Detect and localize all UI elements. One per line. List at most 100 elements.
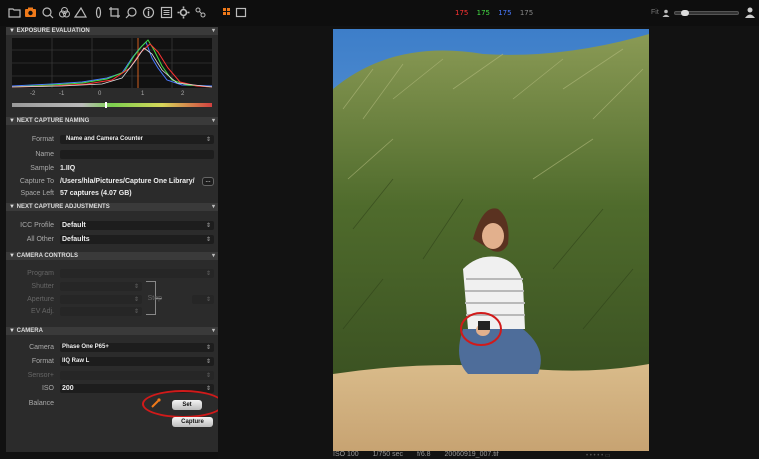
step-select[interactable]: ⇕	[192, 295, 214, 304]
select-arrows-icon: ⇕	[205, 271, 211, 277]
iso-label: ISO	[41, 385, 54, 392]
icc-profile-value: Default	[62, 222, 86, 229]
exposure-meter	[12, 102, 212, 108]
luminance-value: 175	[519, 9, 534, 17]
output-icon[interactable]	[160, 6, 173, 19]
batch-icon[interactable]	[194, 6, 207, 19]
select-arrows-icon: ⇕	[205, 373, 211, 379]
library-icon[interactable]	[8, 6, 21, 19]
all-other-label: All Other	[26, 236, 54, 243]
name-label: Name	[35, 151, 54, 158]
highlight-circle-set	[142, 390, 224, 418]
person-small-icon	[662, 9, 670, 17]
section-menu-icon[interactable]: ▾	[212, 327, 215, 335]
settings-icon[interactable]	[177, 6, 190, 19]
space-left-label: Space Left	[20, 190, 54, 197]
zoom-slider-thumb[interactable]	[681, 10, 689, 16]
camera-label: Camera	[29, 344, 54, 351]
browse-button[interactable]: ...	[202, 177, 214, 186]
camera-select[interactable]: Phase One P65+ ⇕	[60, 343, 214, 352]
name-field[interactable]	[60, 150, 214, 159]
shutter-select[interactable]: ⇕	[60, 282, 142, 291]
zoom-fit-label[interactable]: Fit	[651, 9, 659, 16]
quick-icon[interactable]	[41, 6, 54, 19]
focus-icon[interactable]	[125, 6, 138, 19]
select-arrows-icon: ⇕	[205, 137, 211, 143]
all-other-value: Defaults	[62, 236, 90, 243]
blue-value: 175	[498, 9, 512, 17]
select-arrows-icon: ⇕	[133, 309, 139, 315]
capture-naming-header[interactable]: ▼ NEXT CAPTURE NAMING ▾	[6, 117, 218, 125]
grid-view-icon[interactable]	[222, 6, 235, 19]
all-other-select[interactable]: Defaults ⇕	[60, 235, 214, 244]
camera-value: Phase One P65+	[62, 344, 109, 350]
camera-format-label: Format	[31, 358, 54, 365]
collapse-triangle-icon: ▼	[9, 328, 17, 334]
green-value: 175	[476, 9, 490, 17]
color-icon[interactable]	[58, 6, 71, 19]
space-left-value: 57 captures (4.07 GB)	[60, 190, 132, 197]
naming-format-select[interactable]: Name and Camera Counter ⇕	[60, 135, 214, 144]
capture-icon[interactable]	[24, 6, 37, 19]
collapse-triangle-icon: ▼	[9, 253, 17, 259]
icc-profile-label: ICC Profile	[20, 222, 54, 229]
sample-value: 1.IIQ	[60, 165, 76, 172]
exposure-evaluation-header[interactable]: ▼ EXPOSURE EVALUATION ▾	[6, 27, 218, 35]
program-select[interactable]: ⇕	[60, 269, 214, 278]
capture-adjustments-header[interactable]: ▼ NEXT CAPTURE ADJUSTMENTS ▾	[6, 203, 218, 211]
section-menu-icon[interactable]: ▾	[212, 203, 215, 211]
naming-format-value: Name and Camera Counter	[66, 136, 144, 142]
balance-label: Balance	[28, 400, 54, 407]
exposure-icon[interactable]	[74, 6, 87, 19]
camera-header[interactable]: ▼ CAMERA ▾	[6, 327, 218, 335]
rating-dots[interactable]: • • • • • ▭	[586, 452, 611, 459]
lens-icon[interactable]	[92, 6, 105, 19]
camera-format-select[interactable]: IIQ Raw L ⇕	[60, 357, 214, 366]
top-toolbar: 175 175 175 175 Fit	[0, 0, 759, 26]
sensor-select[interactable]: ⇕	[60, 371, 214, 380]
status-shutter: 1/750 sec	[372, 451, 403, 458]
iso-value: 200	[62, 385, 74, 392]
aperture-label: Aperture	[27, 296, 54, 303]
select-arrows-icon: ⇕	[205, 223, 211, 229]
select-arrows-icon: ⇕	[205, 237, 211, 243]
step-label: Step	[147, 295, 162, 302]
red-value: 175	[455, 9, 469, 17]
person-large-icon	[745, 7, 755, 18]
status-iso: ISO 100	[333, 451, 359, 458]
crop-icon[interactable]	[108, 6, 121, 19]
tick-label: 1	[141, 91, 145, 97]
select-arrows-icon: ⇕	[205, 345, 211, 351]
section-menu-icon[interactable]: ▾	[212, 252, 215, 260]
select-arrows-icon: ⇕	[205, 359, 211, 365]
capture-to-label: Capture To	[19, 178, 54, 185]
collapse-triangle-icon: ▼	[9, 28, 17, 34]
collapse-triangle-icon: ▼	[9, 204, 17, 210]
program-label: Program	[27, 270, 54, 277]
metadata-icon[interactable]	[142, 6, 155, 19]
sensor-label: Sensor+	[27, 372, 54, 379]
photo-preview[interactable]	[333, 29, 649, 451]
zoom-slider[interactable]	[674, 10, 739, 16]
shutter-label: Shutter	[31, 283, 54, 290]
select-arrows-icon: ⇕	[205, 386, 211, 392]
image-info-bar: ISO 100 1/750 sec f/6.8 20060919_007.tif	[333, 451, 511, 458]
capture-button[interactable]: Capture	[172, 417, 213, 427]
status-aperture: f/6.8	[416, 451, 431, 458]
collapse-triangle-icon: ▼	[9, 118, 17, 124]
capture-to-value: /Users/hla/Pictures/Capture One Library/	[60, 178, 195, 185]
icc-profile-select[interactable]: Default ⇕	[60, 221, 214, 230]
tick-label: 0	[98, 91, 102, 97]
camera-format-value: IIQ Raw L	[62, 358, 90, 364]
tick-label: -1	[59, 91, 65, 97]
ev-adj-label: EV Adj.	[31, 308, 54, 315]
tools-panel: ▼ EXPOSURE EVALUATION ▾ -2 -1 0 1 2 ▼ NE…	[6, 27, 224, 452]
camera-controls-header[interactable]: ▼ CAMERA CONTROLS ▾	[6, 252, 218, 260]
section-menu-icon[interactable]: ▾	[212, 117, 215, 125]
ev-adj-select[interactable]: ⇕	[60, 307, 142, 316]
single-view-icon[interactable]	[235, 6, 248, 19]
section-menu-icon[interactable]: ▾	[212, 27, 215, 35]
tick-label: -2	[30, 91, 36, 97]
format-label: Format	[31, 136, 54, 143]
histogram	[11, 38, 213, 88]
